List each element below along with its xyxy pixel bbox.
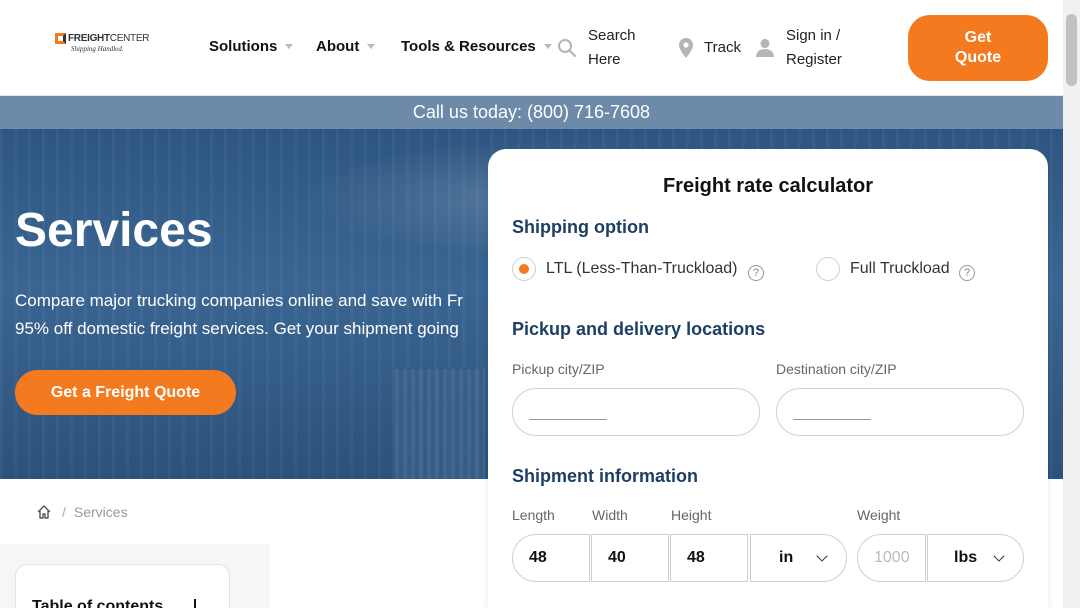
- hero-background-containers: [395, 369, 485, 479]
- width-label: Width: [592, 507, 628, 523]
- signin-line2: Register: [786, 51, 842, 68]
- breadcrumb-current: Services: [73, 504, 128, 520]
- calculator-title: Freight rate calculator: [662, 175, 874, 197]
- full-truckload-radio[interactable]: [816, 257, 840, 281]
- scrollbar-thumb[interactable]: [1066, 14, 1077, 86]
- length-input[interactable]: 48: [512, 534, 590, 582]
- weight-input[interactable]: 1000: [857, 534, 926, 582]
- logo-mark-icon: [55, 33, 66, 44]
- toc-title: Table of contents: [32, 598, 164, 608]
- height-input[interactable]: 48: [670, 534, 748, 582]
- full-truckload-help-icon[interactable]: ?: [959, 265, 975, 281]
- dimension-unit-select[interactable]: in: [750, 534, 847, 582]
- hero-description-line2: 95% off domestic freight services. Get y…: [15, 319, 459, 338]
- shipment-info-heading: Shipment information: [512, 466, 698, 486]
- breadcrumb: / Services: [36, 501, 128, 523]
- nav-tools-resources[interactable]: Tools & Resources: [401, 38, 552, 55]
- destination-placeholder-line: [793, 419, 871, 420]
- width-value: 40: [608, 549, 626, 566]
- call-us-text[interactable]: Call us today: (800) 716-7608: [413, 102, 650, 122]
- site-header: FREIGHTCENTER Shipping Handled. Solution…: [0, 0, 1063, 96]
- get-quote-button[interactable]: Get Quote: [908, 15, 1048, 81]
- search-line1: Search: [588, 27, 636, 44]
- freight-rate-calculator: Freight rate calculator Shipping option …: [488, 149, 1048, 608]
- home-icon[interactable]: [36, 504, 52, 520]
- height-value: 48: [687, 549, 705, 566]
- dimension-unit-value: in: [779, 549, 794, 566]
- shipping-option-heading: Shipping option: [512, 217, 649, 237]
- get-quote-line1: Get: [964, 29, 992, 46]
- logo-tagline: Shipping Handled.: [71, 45, 124, 53]
- chevron-down-icon: [285, 44, 294, 49]
- chevron-down-icon: [993, 550, 1005, 562]
- chevron-down-icon: [816, 550, 828, 562]
- height-label: Height: [671, 507, 712, 523]
- nav-solutions[interactable]: Solutions: [209, 38, 294, 55]
- get-freight-quote-button[interactable]: Get a Freight Quote: [15, 370, 236, 415]
- track-link[interactable]: Track: [704, 36, 741, 60]
- freightcenter-logo[interactable]: FREIGHTCENTER Shipping Handled.: [55, 33, 150, 55]
- length-label: Length: [512, 507, 555, 523]
- call-us-bar: Call us today: (800) 716-7608: [0, 96, 1063, 129]
- nav-about-label: About: [316, 38, 360, 55]
- nav-about[interactable]: About: [316, 38, 376, 55]
- get-quote-line2: Quote: [954, 49, 1002, 66]
- weight-unit-select[interactable]: lbs: [927, 534, 1024, 582]
- nav-tools-label: Tools & Resources: [401, 38, 536, 55]
- full-truckload-label[interactable]: Full Truckload: [850, 260, 950, 278]
- breadcrumb-separator: /: [62, 504, 66, 520]
- page-scrollbar[interactable]: [1063, 0, 1080, 608]
- destination-input[interactable]: [776, 388, 1024, 436]
- locations-heading: Pickup and delivery locations: [512, 319, 766, 339]
- destination-label: Destination city/ZIP: [776, 361, 897, 377]
- location-pin-icon[interactable]: [679, 38, 693, 58]
- weight-label: Weight: [857, 507, 901, 523]
- search-line2: Here: [588, 51, 621, 68]
- logo-name-rest: CENTER: [109, 33, 150, 44]
- hero-description-line1: Compare major trucking companies online …: [15, 291, 463, 310]
- ltl-radio[interactable]: [512, 257, 536, 281]
- chevron-down-icon: [543, 44, 552, 49]
- width-input[interactable]: 40: [591, 534, 669, 582]
- user-icon[interactable]: [756, 38, 774, 58]
- pickup-label: Pickup city/ZIP: [512, 361, 605, 377]
- toc-arrow-icon: [194, 599, 196, 608]
- ltl-label[interactable]: LTL (Less-Than-Truckload): [546, 260, 737, 278]
- page-title: Services: [15, 204, 213, 257]
- sign-in-register-link[interactable]: Sign in / Register: [786, 24, 842, 72]
- length-value: 48: [529, 549, 547, 566]
- pickup-input[interactable]: [512, 388, 760, 436]
- table-of-contents[interactable]: Table of contents: [15, 564, 230, 608]
- weight-unit-value: lbs: [954, 549, 978, 566]
- ltl-help-icon[interactable]: ?: [748, 265, 764, 281]
- pickup-placeholder-line: [529, 419, 607, 420]
- nav-solutions-label: Solutions: [209, 38, 278, 55]
- signin-line1: Sign in /: [786, 27, 841, 44]
- chevron-down-icon: [367, 44, 376, 49]
- search-link[interactable]: Search Here: [588, 24, 636, 72]
- weight-placeholder: 1000: [874, 549, 910, 566]
- hero-description: Compare major trucking companies online …: [15, 287, 535, 343]
- logo-name-bold: FREIGHT: [68, 33, 110, 44]
- search-icon[interactable]: [557, 38, 577, 58]
